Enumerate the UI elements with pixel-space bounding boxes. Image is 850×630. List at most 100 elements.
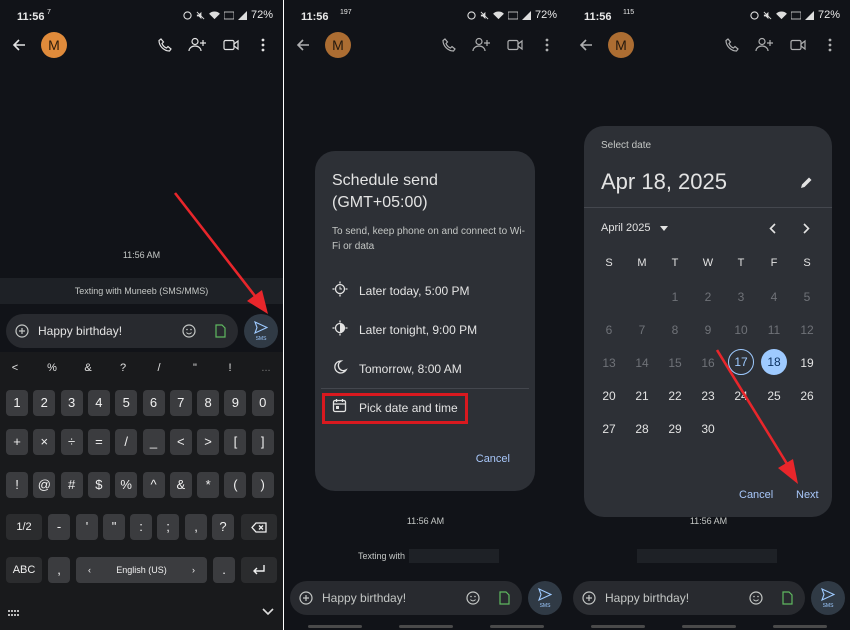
keyboard-key[interactable]: , (185, 514, 207, 540)
option-tomorrow[interactable]: Tomorrow, 8:00 AM (332, 359, 462, 379)
nav-bar (567, 624, 850, 630)
signal-icon (521, 10, 531, 20)
keyboard-key[interactable]: _ (142, 429, 165, 455)
keyboard-key[interactable]: * (197, 472, 220, 498)
keyboard-key[interactable]: 9 (224, 390, 247, 416)
keyboard-key[interactable]: 8 (197, 390, 220, 416)
send-sms-button[interactable]: SMS (811, 581, 845, 615)
cancel-button[interactable]: Cancel (476, 453, 510, 465)
keyboard-key[interactable]: " (103, 514, 125, 540)
keyboard-key[interactable]: ^ (142, 472, 165, 498)
keyboard-symbol-key[interactable]: " (185, 362, 205, 374)
keyboard-key[interactable]: ( (224, 472, 247, 498)
emoji-icon[interactable] (466, 591, 480, 605)
send-sms-button[interactable]: SMS (528, 581, 562, 615)
partial-sun-icon (332, 320, 348, 336)
alarm-icon (467, 10, 476, 20)
battery-percent: 72% (534, 9, 557, 21)
keyboard-key[interactable]: 1/2 (6, 514, 42, 540)
chevron-left-icon: ‹ (88, 565, 91, 575)
schedule-send-dialog: Schedule send (GMT+05:00) To send, keep … (315, 151, 535, 491)
keyboard-key[interactable]: [ (224, 429, 247, 455)
keyboard-symbol-key[interactable]: < (5, 362, 25, 374)
option-later-today[interactable]: Later today, 5:00 PM (332, 281, 470, 301)
keyboard-key[interactable]: % (115, 472, 138, 498)
keyboard-key[interactable]: 6 (142, 390, 165, 416)
sun-clock-icon (332, 281, 348, 297)
message-timestamp: 11:56 AM (689, 516, 728, 526)
send-type-label: SMS (539, 603, 551, 609)
keyboard-key[interactable]: @ (33, 472, 56, 498)
chevron-down-icon[interactable] (262, 608, 274, 616)
keyboard-key[interactable]: : (130, 514, 152, 540)
keyboard-comma-key[interactable]: , (48, 557, 70, 583)
avatar[interactable]: M (325, 32, 351, 58)
more-vert-icon[interactable] (545, 38, 549, 52)
keyboard-key[interactable]: ! (6, 472, 28, 498)
keyboard-key[interactable]: ? (212, 514, 234, 540)
keyboard-symbol-key[interactable]: & (78, 362, 98, 374)
send-type-label: SMS (822, 603, 834, 609)
keyboard-enter-key[interactable] (241, 557, 277, 583)
keyboard-key[interactable]: 3 (60, 390, 83, 416)
enter-icon (253, 565, 265, 575)
keyboard-key[interactable]: 4 (87, 390, 110, 416)
keyboard-key[interactable]: 1 (6, 390, 28, 416)
keyboard-key[interactable]: # (60, 472, 83, 498)
keyboard-key[interactable]: 2 (33, 390, 56, 416)
keyboard-key[interactable]: $ (87, 472, 110, 498)
keyboard-grid-icon[interactable] (8, 610, 20, 617)
keyboard-symbol-key[interactable]: % (42, 362, 62, 374)
status-data-rate: 197 (340, 9, 352, 16)
keyboard-space-bar[interactable]: ‹ English (US) › (76, 557, 207, 583)
messages-panel-schedule: 11:56 197 72% M Schedule send (GMT+05:00… (284, 0, 567, 630)
keyboard-key[interactable]: ; (157, 514, 179, 540)
keyboard-symbol-key[interactable]: / (149, 362, 169, 374)
keyboard-language: English (US) (116, 565, 167, 575)
keyboard-key[interactable]: & (169, 472, 192, 498)
keyboard-key[interactable]: ] (251, 429, 274, 455)
keyboard: < % & ? / " ! ... 1 2 3 4 5 6 7 8 9 0 + × ÷ = / _ < >[]! @… (0, 352, 283, 630)
keyboard-key[interactable]: / (115, 429, 138, 455)
emoji-icon[interactable] (749, 591, 763, 605)
conversation-app-bar: M (284, 30, 567, 66)
dialog-divider (321, 388, 529, 389)
compose-field[interactable]: Happy birthday! (290, 581, 522, 615)
option-later-tonight[interactable]: Later tonight, 9:00 PM (332, 320, 477, 340)
keyboard-abc-key[interactable]: ABC (6, 557, 42, 583)
keyboard-key[interactable]: - (48, 514, 70, 540)
phone-icon[interactable] (442, 38, 456, 52)
keyboard-key[interactable]: + (6, 429, 28, 455)
volte-icon (507, 11, 518, 19)
keyboard-symbol-key[interactable]: ? (113, 362, 133, 374)
keyboard-key[interactable]: 7 (169, 390, 192, 416)
keyboard-symbol-key[interactable]: ! (220, 362, 240, 374)
send-icon (821, 588, 835, 601)
keyboard-key[interactable]: < (169, 429, 192, 455)
redacted-contact (637, 549, 777, 563)
keyboard-key[interactable]: ' (76, 514, 98, 540)
sim-icon[interactable] (782, 591, 793, 605)
keyboard-symbol-key[interactable]: ... (256, 362, 276, 374)
keyboard-key[interactable]: × (33, 429, 56, 455)
dialog-timezone: (GMT+05:00) (332, 194, 428, 211)
keyboard-key[interactable]: 0 (251, 390, 274, 416)
add-attachment-icon[interactable] (299, 591, 313, 605)
add-person-icon[interactable] (472, 37, 490, 52)
option-label: Later tonight, 9:00 PM (359, 323, 478, 337)
keyboard-key[interactable]: ÷ (60, 429, 83, 455)
video-call-icon[interactable] (507, 39, 523, 51)
back-arrow-icon[interactable] (296, 38, 310, 52)
add-attachment-icon[interactable] (582, 591, 596, 605)
arrow-annotation (715, 349, 798, 484)
compose-field[interactable]: Happy birthday! (573, 581, 805, 615)
keyboard-backspace-key[interactable] (241, 514, 277, 540)
messages-panel-keyboard: 11:56 7 72% M 11:56 AM Texting with Mune… (0, 0, 283, 630)
keyboard-period-key[interactable]: . (213, 557, 235, 583)
sim-icon[interactable] (499, 591, 510, 605)
keyboard-key[interactable]: > (197, 429, 220, 455)
chevron-right-icon: › (192, 565, 195, 575)
keyboard-key[interactable]: ) (251, 472, 274, 498)
keyboard-key[interactable]: 5 (115, 390, 138, 416)
keyboard-key[interactable]: = (87, 429, 110, 455)
